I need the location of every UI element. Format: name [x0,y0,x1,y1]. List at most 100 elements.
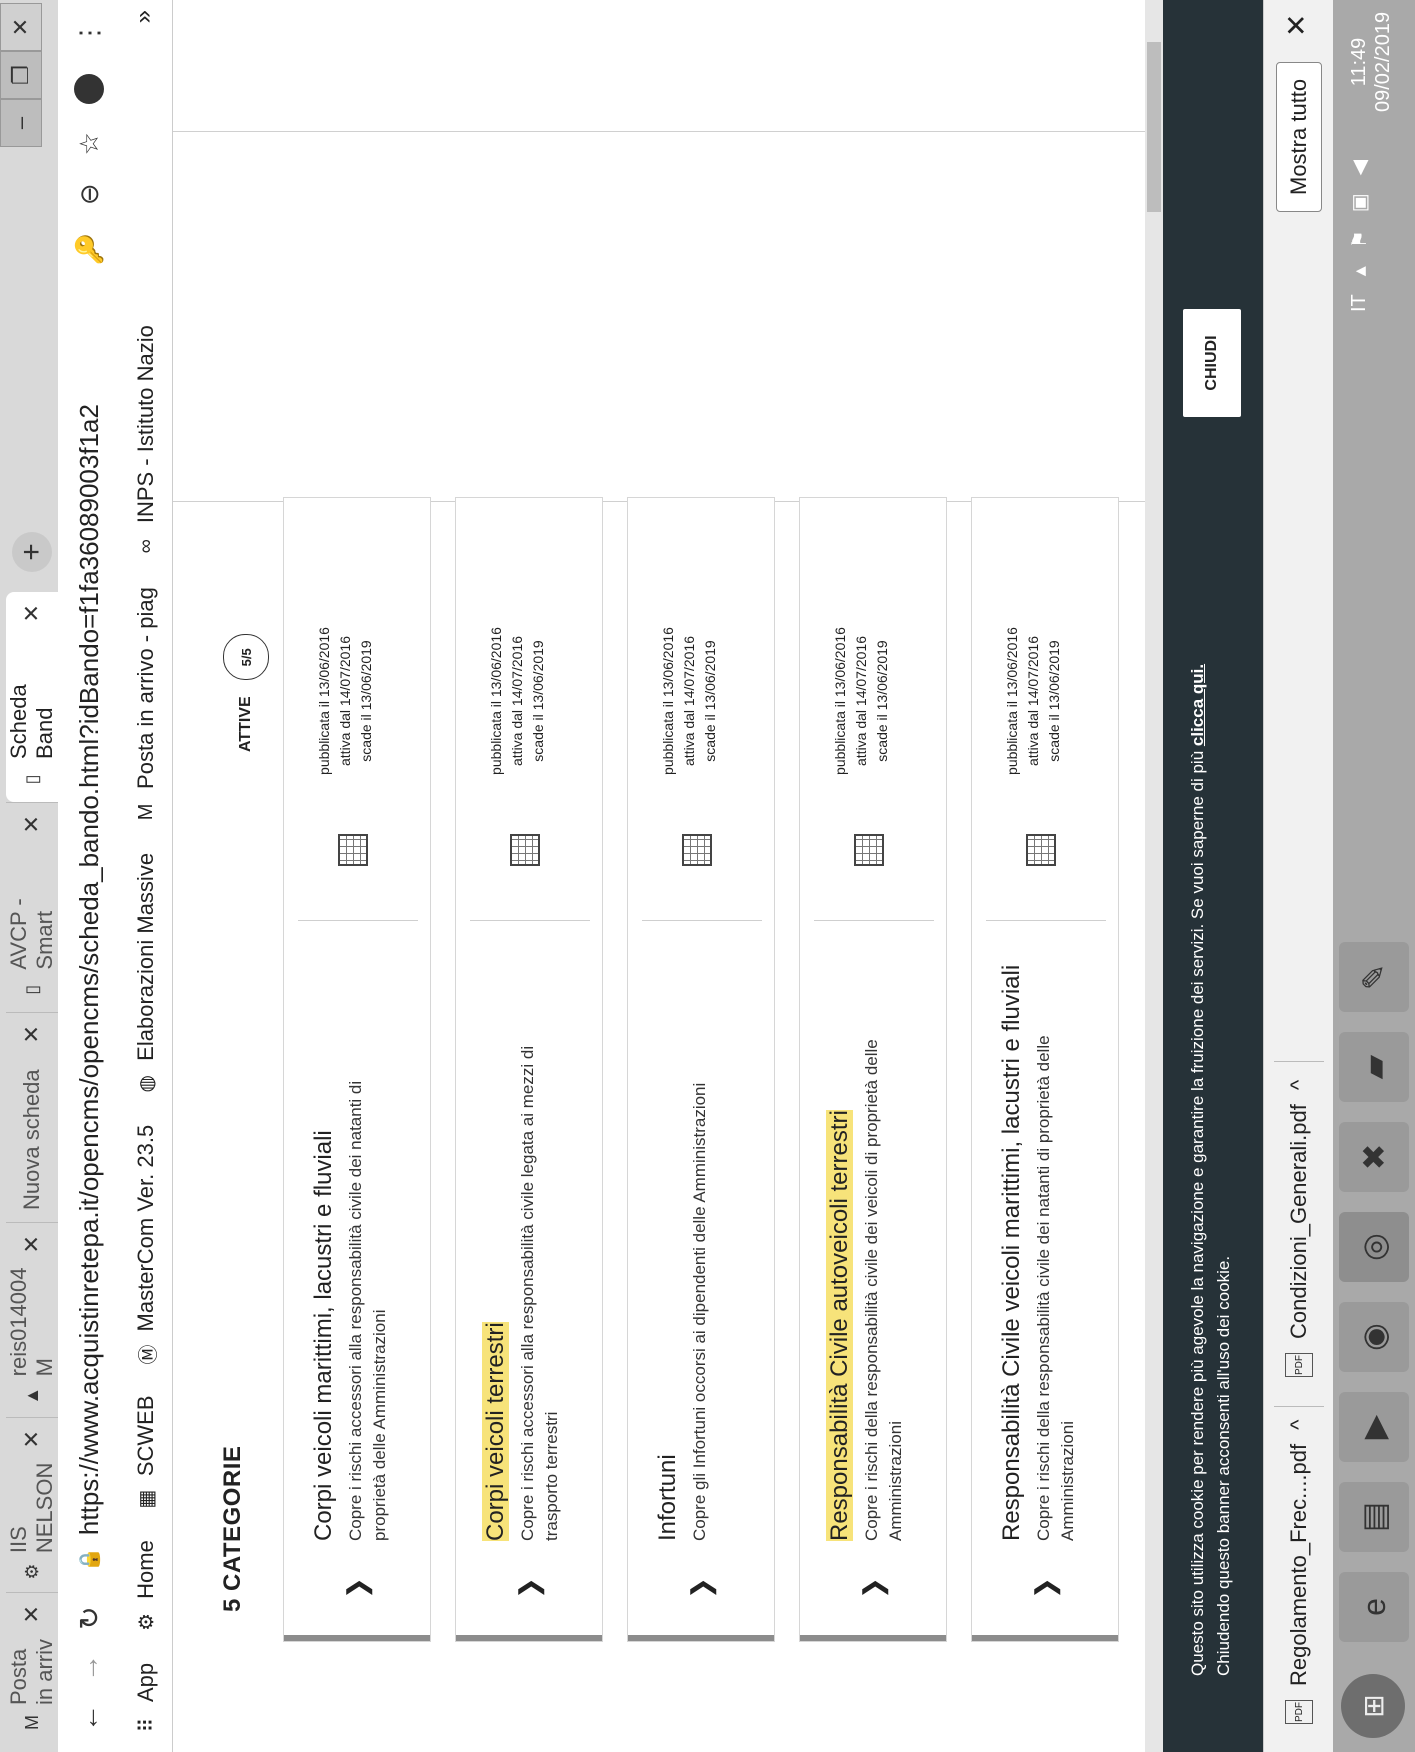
excel-icon[interactable]: ✖ [1339,1122,1409,1192]
paint-icon[interactable]: ✎ [1339,942,1409,1012]
show-all-downloads-button[interactable]: Mostra tutto [1276,61,1322,212]
close-cookie-button[interactable]: CHIUDI [1183,309,1241,417]
tab-label: IIS NELSON [6,1462,57,1554]
download-item[interactable]: PDF Regolamento_Frec....pdf ^ [1280,1420,1318,1724]
close-icon[interactable]: ✕ [19,815,45,833]
category-card[interactable]: ❯ Responsabilità Civile autoveicoli terr… [799,497,947,1642]
bookmark-scweb[interactable]: ▦ SCWEB [133,1381,159,1526]
chevron-up-icon[interactable]: ^ [1286,1420,1312,1430]
new-tab-button[interactable]: + [12,532,52,572]
address-bar[interactable]: 🔒 https://www.acquistinretepa.it/opencms… [66,404,112,1572]
clock[interactable]: 11:49 09/02/2019 [1347,12,1395,112]
bookmark-label: Posta in arrivo - piag [133,587,158,789]
close-icon[interactable]: ✕ [1280,14,1313,37]
back-arrow-icon[interactable]: ← [65,1694,113,1742]
chevron-down-icon[interactable]: ❯ [1030,1577,1061,1599]
active-date: attiva dal 14/07/2016 [1025,636,1041,766]
close-icon[interactable]: ✕ [19,1025,45,1043]
zoom-icon[interactable]: ⊖ [74,183,105,205]
divider [642,920,762,921]
bookmark-posta[interactable]: M Posta in arrivo - piag [133,573,159,839]
flag-icon[interactable]: ⚑ [1347,230,1372,248]
bookmark-home[interactable]: ⚙ Home [133,1526,159,1649]
tab-iis-nelson[interactable]: ⚙ IIS NELSON ✕ [6,1417,58,1592]
bookmark-mastercom[interactable]: Ⓜ MasterCom Ver. 23.5 [133,1111,160,1382]
key-icon[interactable]: 🔑 [74,233,105,265]
divider [986,920,1106,921]
category-card[interactable]: ❯ Corpi veicoli terrestri Copre i rischi… [455,497,603,1642]
address-toolbar: ← → ↻ 🔒 https://www.acquistinretepa.it/o… [58,0,120,1752]
chevron-down-icon[interactable]: ❯ [686,1577,717,1599]
chevron-down-icon[interactable]: ❯ [514,1577,545,1599]
forward-arrow-icon[interactable]: → [65,1644,113,1692]
scrollbar-thumb[interactable] [1147,42,1161,212]
start-button[interactable]: ⊞ [1341,1674,1405,1738]
toolbar-actions: 🔑 ⊖ ☆ ⋮ [66,20,112,265]
horizontal-scrollbar[interactable] [1145,0,1163,1752]
chrome-icon[interactable]: ◎ [1339,1212,1409,1282]
chevron-up-icon[interactable]: ^ [1286,1080,1312,1090]
bookmark-inps[interactable]: ∞ INPS - Istituto Nazio [133,311,159,573]
tab-gmail[interactable]: M Posta in arriv ✕ [6,1592,58,1742]
language-indicator[interactable]: IT [1348,294,1371,312]
download-item[interactable]: PDF Condizioni_Generali.pdf ^ [1280,1080,1318,1377]
tab-reis[interactable]: ▲ reis014004 M ✕ [6,1222,58,1417]
close-icon[interactable]: ✕ [19,1605,45,1623]
tab-avcp[interactable]: ▯ AVCP - Smart ✕ [6,802,58,1012]
category-card[interactable]: ❯ Corpi veicoli marittimi, lacustri e fl… [283,497,431,1642]
firefox-icon[interactable]: ◉ [1339,1302,1409,1372]
star-icon[interactable]: ☆ [74,132,105,155]
folder-icon[interactable]: ▰ [1339,1032,1409,1102]
ie-icon[interactable]: e [1339,1572,1409,1642]
mastercom-icon: Ⓜ [137,1344,160,1365]
category-title: Infortuni [654,1454,681,1541]
divider [173,131,1173,132]
tab-label: Nuova scheda [19,1069,44,1210]
cookie-text: Questo sito utilizza cookie per rendere … [1185,526,1237,1676]
cookie-more-link[interactable]: clicca qui. [1188,664,1207,746]
close-icon[interactable]: ✕ [19,1430,45,1448]
explorer-icon[interactable]: ▤ [1339,1482,1409,1552]
more-bookmarks-icon[interactable]: » [130,10,158,23]
window-close-icon[interactable]: ✕ [0,3,42,51]
close-icon[interactable]: ✕ [19,604,45,622]
chevron-down-icon[interactable]: ❯ [858,1577,889,1599]
bookmark-label: INPS - Istituto Nazio [133,325,158,524]
volume-icon[interactable]: ◀ [1347,160,1372,175]
bookmark-elaborazioni[interactable]: ◍ Elaborazioni Massive [133,839,159,1111]
bookmark-label: Elaborazioni Massive [133,852,158,1061]
close-icon[interactable]: ✕ [19,1235,45,1253]
tray-arrow-icon[interactable]: ▴ [1347,266,1372,276]
cookie-message: Questo sito utilizza cookie per rendere … [1188,750,1207,1676]
downloads-bar: PDF Regolamento_Frec....pdf ^ PDF Condiz… [1263,0,1334,1752]
bookmark-label: App [133,1662,158,1702]
download-filename: Condizioni_Generali.pdf [1286,1104,1311,1339]
profile-avatar[interactable] [74,74,104,104]
tab-scheda-bando[interactable]: ▯ Scheda Band ✕ [6,592,58,802]
category-dates: pubblicata il 13/06/2016 attiva dal 14/0… [830,611,893,791]
category-card[interactable]: ❯ Responsabilità Civile veicoli marittim… [971,497,1119,1642]
attive-count: 5/5 [223,634,269,681]
tab-new[interactable]: Nuova scheda ✕ [6,1012,58,1222]
tab-label: AVCP - Smart [6,898,57,970]
category-description: Copre i rischi accessori alla responsabi… [518,1045,561,1541]
bookmark-label: MasterCom Ver. 23.5 [133,1124,158,1332]
divider [298,920,418,921]
reload-icon[interactable]: ↻ [65,1594,113,1642]
category-description: Copre i rischi della responsabilità civi… [1034,1035,1077,1541]
category-card[interactable]: ❯ Infortuni Copre gli Infortuni occorsi … [627,497,775,1642]
download-filename: Regolamento_Frec....pdf [1286,1443,1311,1686]
maximize-icon[interactable]: ❐ [0,51,42,99]
bookmark-app[interactable]: ⠿ App [133,1649,159,1752]
minimize-icon[interactable]: – [0,99,42,147]
media-player-icon[interactable]: ▶ [1339,1392,1409,1462]
menu-dots-icon[interactable]: ⋮ [74,20,105,46]
divider [814,920,934,921]
network-icon[interactable]: ▣ [1347,193,1372,212]
expiry-date: scade il 13/06/2019 [530,640,546,762]
category-title: Corpi veicoli marittimi, lacustri e fluv… [310,1130,337,1541]
chevron-down-icon[interactable]: ❯ [342,1577,373,1599]
category-description: Copre i rischi accessori alla responsabi… [346,1080,389,1541]
apps-grid-icon: ⠿ [135,1717,158,1733]
active-filter[interactable]: ATTIVE 5/5 [223,634,269,752]
